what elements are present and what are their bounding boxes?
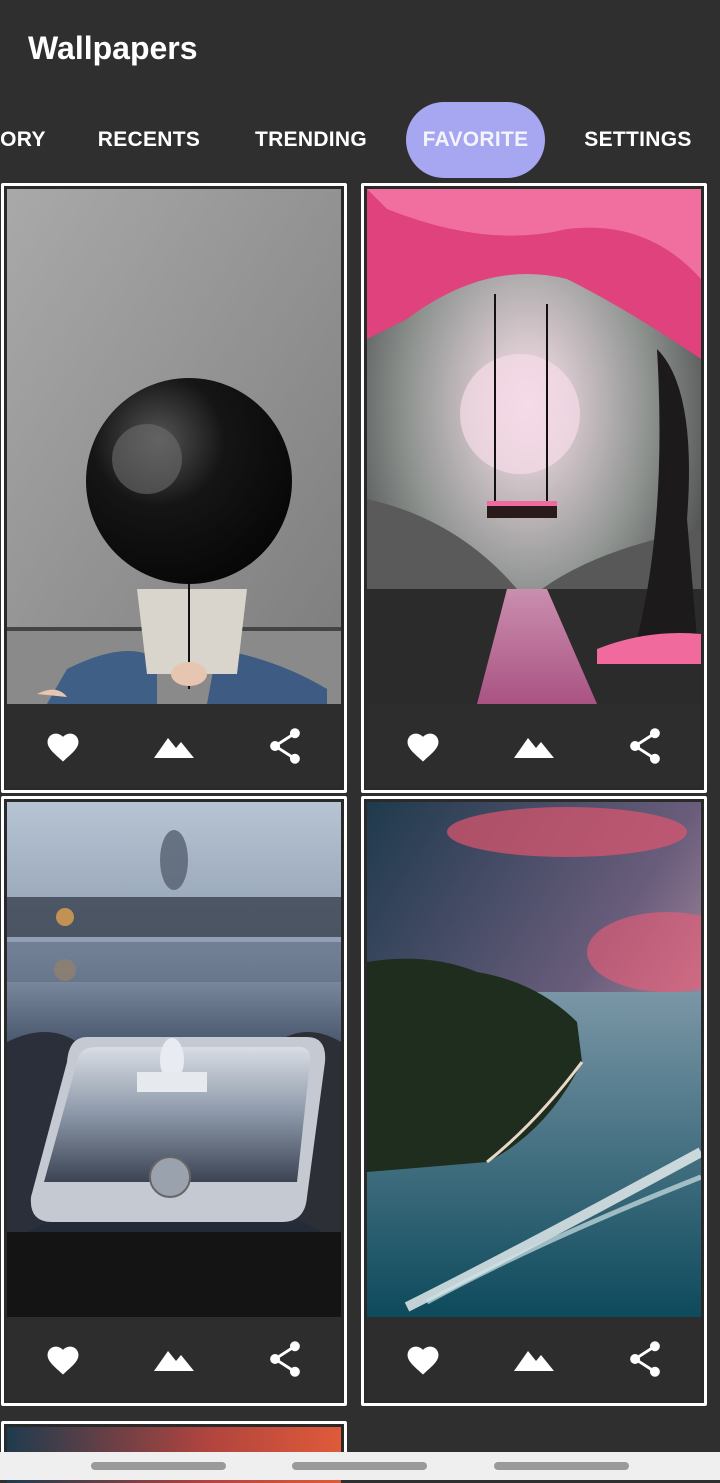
set-wallpaper-button[interactable] (504, 716, 564, 776)
wallpaper-card (1, 796, 347, 1406)
set-wallpaper-button[interactable] (144, 716, 204, 776)
share-icon (630, 1340, 661, 1377)
favorite-button[interactable] (393, 1329, 453, 1389)
wallpaper-thumbnail-balloon[interactable] (7, 189, 341, 704)
heart-icon (47, 733, 79, 761)
favorite-button[interactable] (33, 716, 93, 776)
set-wallpaper-button[interactable] (504, 1329, 564, 1389)
share-button[interactable] (255, 1329, 315, 1389)
wallpaper-thumbnail-capitol-phone[interactable] (7, 802, 341, 1317)
recents-pill[interactable] (91, 1462, 226, 1470)
wallpaper-thumbnail-tree-swing[interactable] (367, 189, 701, 704)
system-navigation-bar (0, 1452, 720, 1480)
share-icon (270, 1340, 301, 1377)
share-button[interactable] (255, 716, 315, 776)
share-icon (630, 727, 661, 764)
heart-icon (407, 733, 439, 761)
share-button[interactable] (615, 1329, 675, 1389)
share-button[interactable] (615, 716, 675, 776)
wallpaper-card (1, 183, 347, 793)
tab-trending[interactable]: TRENDING (238, 100, 384, 180)
image-icon (153, 1350, 194, 1371)
heart-icon (407, 1346, 439, 1374)
image-icon (513, 737, 554, 758)
heart-icon (47, 1346, 79, 1374)
favorite-button[interactable] (33, 1329, 93, 1389)
app-bar: Wallpapers (0, 0, 720, 100)
set-wallpaper-button[interactable] (144, 1329, 204, 1389)
wallpaper-card (361, 796, 707, 1406)
image-icon (153, 737, 194, 758)
card-action-bar (367, 704, 701, 787)
card-action-bar (7, 1317, 341, 1400)
tab-settings[interactable]: SETTINGS (572, 100, 704, 180)
home-pill[interactable] (292, 1462, 427, 1470)
tab-category[interactable]: ORY (0, 100, 52, 180)
wallpaper-thumbnail-coast-boat[interactable] (367, 802, 701, 1317)
favorite-button[interactable] (393, 716, 453, 776)
tab-bar: ORY RECENTS TRENDING FAVORITE SETTINGS (0, 100, 720, 180)
tab-recents[interactable]: RECENTS (82, 100, 216, 180)
card-action-bar (7, 704, 341, 787)
back-pill[interactable] (494, 1462, 629, 1470)
app-title: Wallpapers (28, 30, 198, 66)
image-icon (513, 1350, 554, 1371)
wallpaper-card (361, 183, 707, 793)
tab-favorite[interactable]: FAVORITE (406, 102, 545, 178)
card-action-bar (367, 1317, 701, 1400)
share-icon (270, 727, 301, 764)
